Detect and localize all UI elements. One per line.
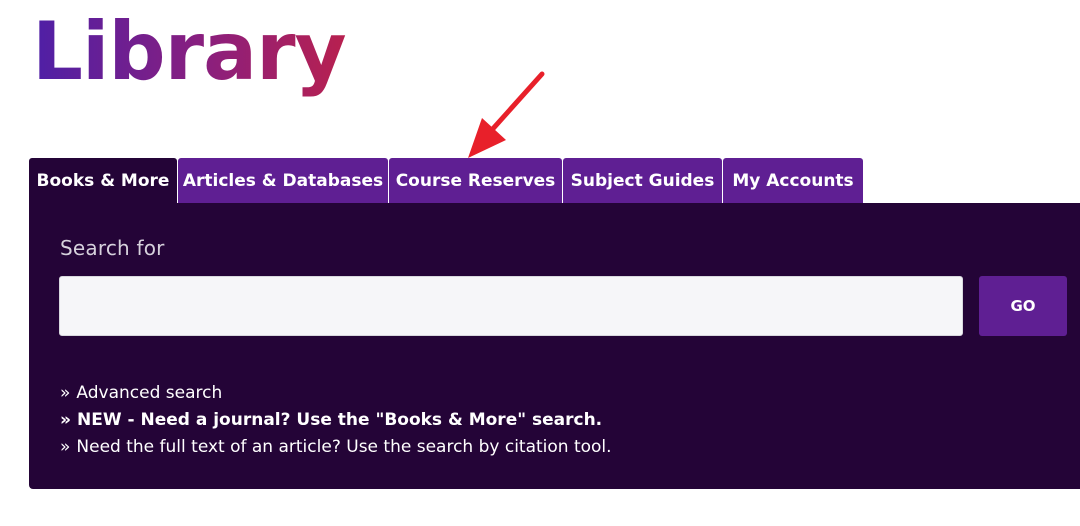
library-logo[interactable]: Library [32,4,347,100]
advanced-search-link[interactable]: Advanced search [76,383,222,403]
search-label: Search for [60,236,165,260]
tab-articles-and-databases[interactable]: Articles & Databases [178,158,388,203]
advanced-search-line: » Advanced search [60,380,612,407]
tab-subject-guides[interactable]: Subject Guides [563,158,722,203]
search-panel: Search for GO » Advanced search » NEW - Ne… [29,203,1080,489]
go-button[interactable]: GO [979,276,1067,336]
tab-course-reserves[interactable]: Course Reserves [389,158,562,203]
red-arrow-icon [468,71,545,158]
fulltext-question-link[interactable]: Need the full text of an article? [76,437,340,457]
search-input[interactable] [59,276,963,336]
tab-my-accounts[interactable]: My Accounts [723,158,863,203]
search-links: » Advanced search » NEW - Need a journal? … [60,380,612,461]
bullet-icon: » [60,437,71,457]
journal-notice-link[interactable]: NEW - Need a journal? Use the "Books & M… [77,410,602,430]
citation-tool-link[interactable]: Use the search by citation tool. [346,437,611,457]
journal-notice-line: » NEW - Need a journal? Use the "Books & … [60,407,612,434]
fulltext-line: » Need the full text of an article? Use t… [60,434,612,461]
tab-books-and-more[interactable]: Books & More [29,158,177,203]
search-tabs: Books & More Articles & Databases Course… [29,158,863,203]
bullet-icon: » [60,383,71,403]
bullet-icon: » [60,410,71,430]
